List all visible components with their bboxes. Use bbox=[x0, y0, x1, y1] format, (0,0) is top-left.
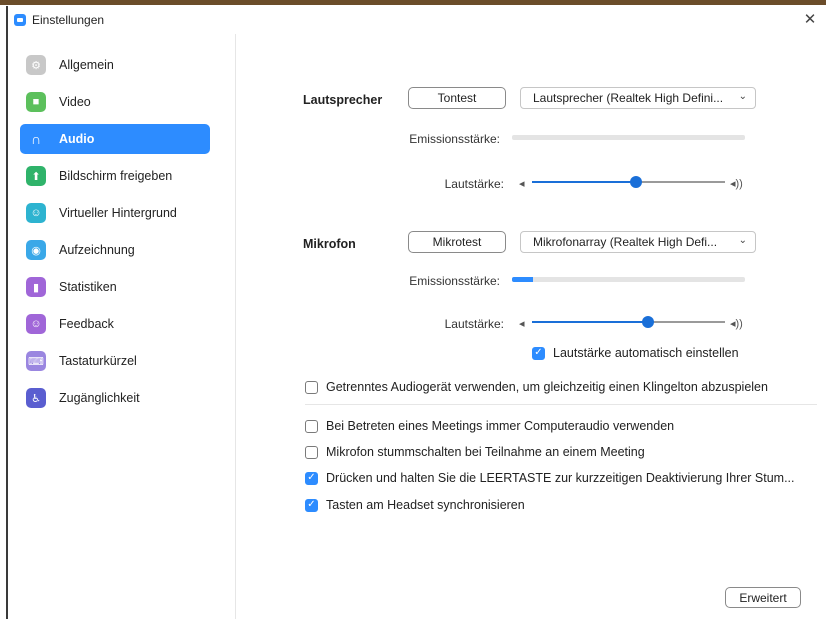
checkbox-box[interactable] bbox=[305, 380, 318, 394]
share-screen-icon: ⬆ bbox=[26, 166, 46, 186]
chevron-down-icon: ⌄ bbox=[738, 235, 747, 246]
chevron-down-icon: ⌄ bbox=[738, 91, 747, 102]
option-label: Mikrofon stummschalten bei Teilnahme an … bbox=[326, 445, 645, 459]
feedback-icon: ☺ bbox=[26, 314, 46, 334]
speaker-device-select[interactable]: Lautsprecher (Realtek High Defini... ⌄ bbox=[520, 87, 756, 109]
auto-adjust-volume-label: Lautstärke automatisch einstellen bbox=[553, 346, 739, 360]
sidebar-item-tastaturkuerzel[interactable]: ⌨ Tastaturkürzel bbox=[20, 346, 210, 376]
sidebar-item-label: Zugänglichkeit bbox=[59, 391, 140, 405]
sidebar-item-audio[interactable]: ∩ Audio bbox=[20, 124, 210, 154]
mic-level-fill bbox=[512, 277, 533, 282]
keyboard-icon: ⌨ bbox=[26, 351, 46, 371]
sidebar-item-statistiken[interactable]: ▮ Statistiken bbox=[20, 272, 210, 302]
sidebar-item-label: Tastaturkürzel bbox=[59, 354, 137, 368]
settings-sidebar: ⚙ Allgemein ■ Video ∩ Audio ⬆ Bildschirm… bbox=[8, 34, 236, 619]
speaker-section-label: Lautsprecher bbox=[303, 93, 383, 107]
mic-section-label: Mikrofon bbox=[303, 237, 356, 251]
slider-track-fill bbox=[532, 321, 648, 323]
accessibility-icon: ♿ bbox=[26, 388, 46, 408]
sidebar-item-label: Aufzeichnung bbox=[59, 243, 135, 257]
volume-high-icon: ◂)) bbox=[730, 178, 743, 190]
speaker-volume-label: Lautstärke: bbox=[444, 177, 504, 191]
speaker-level-label: Emissionsstärke: bbox=[409, 132, 500, 146]
sidebar-item-zugaenglichkeit[interactable]: ♿ Zugänglichkeit bbox=[20, 383, 210, 413]
slider-thumb[interactable] bbox=[630, 176, 643, 188]
sidebar-item-bildschirm-freigeben[interactable]: ⬆ Bildschirm freigeben bbox=[20, 161, 210, 191]
window-title: Einstellungen bbox=[32, 13, 105, 27]
close-button[interactable]: ✕ bbox=[800, 10, 820, 30]
section-divider bbox=[305, 404, 817, 405]
advanced-button[interactable]: Erweitert bbox=[725, 587, 801, 608]
push-to-talk-spacebar-checkbox[interactable]: ✓ Drücken und halten Sie die LEERTASTE z… bbox=[305, 471, 795, 485]
audio-settings-panel: Lautsprecher Tontest Lautsprecher (Realt… bbox=[236, 34, 824, 619]
volume-high-icon: ◂)) bbox=[730, 318, 743, 330]
option-label: Getrenntes Audiogerät verwenden, um glei… bbox=[326, 380, 768, 394]
mic-device-select[interactable]: Mikrofonarray (Realtek High Defi... ⌄ bbox=[520, 231, 756, 253]
checkbox-box[interactable] bbox=[305, 445, 318, 459]
virtual-background-icon: ☺ bbox=[26, 203, 46, 223]
checkbox-box[interactable] bbox=[305, 419, 318, 433]
mute-mic-on-join-checkbox[interactable]: Mikrofon stummschalten bei Teilnahme an … bbox=[305, 445, 645, 459]
record-icon: ◉ bbox=[26, 240, 46, 260]
sidebar-item-label: Allgemein bbox=[59, 58, 114, 72]
zoom-app-icon bbox=[14, 14, 26, 26]
video-camera-icon: ■ bbox=[26, 92, 46, 112]
sync-headset-buttons-checkbox[interactable]: ✓ Tasten am Headset synchronisieren bbox=[305, 498, 525, 512]
option-label: Tasten am Headset synchronisieren bbox=[326, 498, 525, 512]
headphones-icon: ∩ bbox=[30, 131, 42, 147]
sidebar-item-feedback[interactable]: ☺ Feedback bbox=[20, 309, 210, 339]
speaker-test-button[interactable]: Tontest bbox=[408, 87, 506, 109]
checkbox-box[interactable]: ✓ bbox=[532, 346, 545, 360]
option-label: Drücken und halten Sie die LEERTASTE zur… bbox=[326, 471, 795, 485]
sidebar-item-label: Bildschirm freigeben bbox=[59, 169, 173, 183]
statistics-icon: ▮ bbox=[26, 277, 46, 297]
always-computer-audio-checkbox[interactable]: Bei Betreten eines Meetings immer Comput… bbox=[305, 419, 674, 433]
mic-level-meter bbox=[512, 277, 745, 282]
checkbox-box[interactable]: ✓ bbox=[305, 471, 318, 485]
volume-low-icon: ◂ bbox=[519, 178, 525, 190]
speaker-device-value: Lautsprecher (Realtek High Defini... bbox=[533, 91, 724, 105]
sidebar-item-video[interactable]: ■ Video bbox=[20, 87, 210, 117]
slider-thumb[interactable] bbox=[641, 316, 654, 328]
sidebar-item-label: Feedback bbox=[59, 317, 114, 331]
sidebar-item-virtueller-hintergrund[interactable]: ☺ Virtueller Hintergrund bbox=[20, 198, 210, 228]
mic-volume-slider[interactable] bbox=[532, 315, 725, 329]
settings-window: Einstellungen ✕ ⚙ Allgemein ■ Video ∩ Au… bbox=[6, 6, 824, 619]
sidebar-item-label: Audio bbox=[59, 132, 95, 146]
mic-test-button[interactable]: Mikrotest bbox=[408, 231, 506, 253]
gear-icon: ⚙ bbox=[26, 55, 46, 75]
option-label: Bei Betreten eines Meetings immer Comput… bbox=[326, 419, 675, 433]
sidebar-item-label: Statistiken bbox=[59, 280, 117, 294]
sidebar-item-label: Video bbox=[59, 95, 91, 109]
volume-low-icon: ◂ bbox=[519, 318, 525, 330]
slider-track-fill bbox=[532, 181, 637, 183]
mic-volume-label: Lautstärke: bbox=[444, 317, 504, 331]
sidebar-item-aufzeichnung[interactable]: ◉ Aufzeichnung bbox=[20, 235, 210, 265]
mic-level-label: Emissionsstärke: bbox=[409, 274, 500, 288]
mic-device-value: Mikrofonarray (Realtek High Defi... bbox=[533, 235, 718, 249]
sidebar-item-label: Virtueller Hintergrund bbox=[59, 206, 177, 220]
separate-ringtone-device-checkbox[interactable]: Getrenntes Audiogerät verwenden, um glei… bbox=[305, 380, 768, 394]
desktop-edge bbox=[0, 0, 826, 5]
speaker-level-meter bbox=[512, 135, 745, 140]
title-bar: Einstellungen ✕ bbox=[8, 6, 824, 34]
speaker-volume-slider[interactable] bbox=[532, 175, 725, 189]
sidebar-item-allgemein[interactable]: ⚙ Allgemein bbox=[20, 50, 210, 80]
checkbox-box[interactable]: ✓ bbox=[305, 498, 318, 512]
auto-adjust-volume-checkbox[interactable]: ✓ Lautstärke automatisch einstellen bbox=[532, 346, 739, 360]
